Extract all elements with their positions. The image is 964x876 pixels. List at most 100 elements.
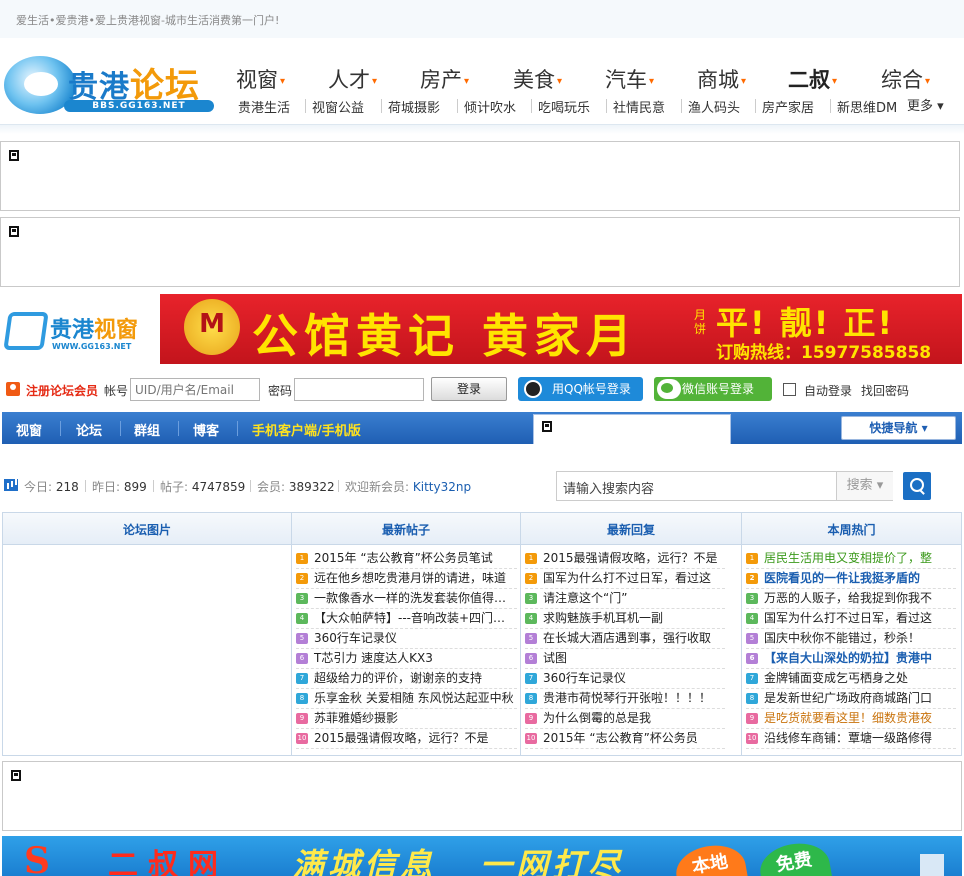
nav-separator bbox=[60, 421, 61, 436]
login-button[interactable]: 登录 bbox=[431, 377, 507, 401]
account-input[interactable] bbox=[130, 378, 260, 401]
more-link[interactable]: 更多 ▾ bbox=[907, 95, 944, 114]
list-item[interactable]: 8 是发新世纪广场政府商城路门口 bbox=[746, 689, 956, 709]
list-item[interactable]: 5 360行车记录仪 bbox=[296, 629, 517, 649]
col-latest-posts: 最新帖子 1 2015年 “志公教育”杯公务员笔试 2 远在他乡想吃贵港月饼的请进，味… bbox=[292, 513, 521, 755]
rank-badge: 4 bbox=[525, 613, 537, 624]
list-item[interactable]: 5 国庆中秋你不能错过，秒杀！ bbox=[746, 629, 956, 649]
nav-separator bbox=[120, 421, 121, 436]
nav-separator bbox=[606, 99, 607, 113]
list-item[interactable]: 8 贵港市荷悦琴行开张啦！！！！ bbox=[525, 689, 725, 709]
building-icon bbox=[920, 854, 944, 876]
list-item[interactable]: 9 是吃货就要看这里！细数贵港夜 bbox=[746, 709, 956, 729]
list-item[interactable]: 9 为什么倒霉的总是我 bbox=[525, 709, 725, 729]
rank-badge: 1 bbox=[746, 553, 758, 564]
find-password-link[interactable]: 找回密码 bbox=[861, 382, 909, 399]
forum-nav-item[interactable]: 视窗 bbox=[16, 420, 42, 439]
broken-image-icon bbox=[9, 226, 19, 237]
forum-nav-item[interactable]: 群组 bbox=[134, 420, 160, 439]
list-item[interactable]: 9 苏菲雅婚纱摄影 bbox=[296, 709, 517, 729]
list-item[interactable]: 6 T芯引力 速度达人KX3 bbox=[296, 649, 517, 669]
mooncake-ad-banner[interactable]: 公馆黄记 黄家月 月饼 平! 靓! 正! 订购热线：15977585858 bbox=[160, 294, 962, 364]
search-type-select[interactable]: 搜索 ▾ bbox=[836, 472, 893, 500]
search-box[interactable]: 请输入搜索内容 搜索 ▾ bbox=[556, 471, 893, 501]
sub-nav-item[interactable]: 房产家居 bbox=[762, 97, 814, 116]
list-item[interactable]: 3 请注意这个“门” bbox=[525, 589, 725, 609]
ershu-ad-banner[interactable]: S 二叔网 满城信息 一网打尽 本地 免费 bbox=[2, 836, 962, 876]
main-nav-item[interactable]: 人才 ▾ bbox=[328, 64, 377, 94]
list-item[interactable]: 10 2015年 “志公教育”杯公务员 bbox=[525, 729, 725, 749]
list-item[interactable]: 6 试图 bbox=[525, 649, 725, 669]
main-nav-item[interactable]: 房产 ▾ bbox=[420, 64, 469, 94]
sub-nav-item[interactable]: 吃喝玩乐 bbox=[538, 97, 590, 116]
list-item[interactable]: 7 360行车记录仪 bbox=[525, 669, 725, 689]
list-item[interactable]: 10 2015最强请假攻略，远行？不是 bbox=[296, 729, 517, 749]
rank-badge: 6 bbox=[746, 653, 758, 664]
main-nav-item[interactable]: 二叔 ▾ bbox=[788, 64, 837, 94]
mobile-client-link[interactable]: 手机客户端/手机版 bbox=[252, 420, 361, 439]
sub-nav-item[interactable]: 新思维DM bbox=[837, 97, 897, 116]
forum-logo[interactable]: 贵港论坛 BBS.GG163.NET bbox=[4, 56, 214, 118]
nav-separator bbox=[531, 99, 532, 113]
ad-slot-2[interactable] bbox=[0, 217, 960, 287]
main-nav-item[interactable]: 综合 ▾ bbox=[881, 64, 930, 94]
list-item[interactable]: 3 万恶的人贩子，给我捉到你我不 bbox=[746, 589, 956, 609]
list-item[interactable]: 3 一款像香水一样的洗发套装你值得拥有 bbox=[296, 589, 517, 609]
list-item[interactable]: 1 2015年 “志公教育”杯公务员笔试 bbox=[296, 549, 517, 569]
rank-badge: 6 bbox=[525, 653, 537, 664]
rank-badge: 2 bbox=[296, 573, 308, 584]
rank-badge: 10 bbox=[525, 733, 537, 744]
sub-nav-item[interactable]: 社情民意 bbox=[613, 97, 665, 116]
list-item[interactable]: 7 超级给力的评价，谢谢亲的支持 bbox=[296, 669, 517, 689]
list-item[interactable]: 7 金牌铺面变成乞丐栖身之处 bbox=[746, 669, 956, 689]
sub-nav-item[interactable]: 荷城摄影 bbox=[388, 97, 440, 116]
list-item[interactable]: 4 求购魅族手机耳机一副 bbox=[525, 609, 725, 629]
register-link[interactable]: 注册论坛会员 bbox=[26, 382, 98, 399]
list-item[interactable]: 10 沿线修车商铺：覃塘一级路修得 bbox=[746, 729, 956, 749]
gg163-logo[interactable]: 贵港视窗 WWW.GG163.NET bbox=[3, 306, 156, 358]
rank-badge: 2 bbox=[525, 573, 537, 584]
qq-icon bbox=[524, 380, 542, 398]
banner-hotline: 订购热线：15977585858 bbox=[716, 343, 932, 363]
main-nav-item[interactable]: 视窗 ▾ bbox=[236, 64, 285, 94]
quick-nav-button[interactable]: 快捷导航 ▾ bbox=[841, 416, 956, 440]
list-item[interactable]: 2 医院看见的一件让我挺矛盾的 bbox=[746, 569, 956, 589]
main-nav-item[interactable]: 汽车 ▾ bbox=[605, 64, 654, 94]
sub-nav-item[interactable]: 视窗公益 bbox=[312, 97, 364, 116]
password-input[interactable] bbox=[294, 378, 424, 401]
chevron-down-icon: ▾ bbox=[832, 75, 838, 87]
banner2-badge-local: 本地 bbox=[672, 840, 750, 876]
sub-nav-item[interactable]: 倾计吹水 bbox=[464, 97, 516, 116]
list-item[interactable]: 6 【来自大山深处的奶拉】贵港中 bbox=[746, 649, 956, 669]
user-icon bbox=[6, 382, 20, 396]
banner2-text2: 一网打尽 bbox=[480, 846, 625, 876]
list-item[interactable]: 1 居民生活用电又变相提价了，整 bbox=[746, 549, 956, 569]
wechat-login-button[interactable]: 微信账号登录 bbox=[654, 377, 772, 401]
embedded-frame bbox=[533, 414, 731, 444]
forum-nav-item[interactable]: 论坛 bbox=[76, 420, 102, 439]
auto-login-checkbox[interactable] bbox=[783, 383, 796, 396]
list-item[interactable]: 4 【大众帕萨特】---音响改装+四门隔音 bbox=[296, 609, 517, 629]
forum-nav-item[interactable]: 博客 bbox=[193, 420, 219, 439]
list-item[interactable]: 8 乐享金秋 关爱相随 东风悦达起亚中秋 bbox=[296, 689, 517, 709]
list-item[interactable]: 2 国军为什么打不过日军，看过这 bbox=[525, 569, 725, 589]
password-label: 密码 bbox=[268, 384, 293, 398]
sub-nav-item[interactable]: 贵港生活 bbox=[238, 97, 290, 116]
list-item[interactable]: 1 2015最强请假攻略，远行？不是 bbox=[525, 549, 725, 569]
stat-yesterday: 昨日: 899 bbox=[92, 480, 147, 494]
banner-brand: 公馆黄记 黄家月 bbox=[252, 309, 639, 363]
ad-slot-1[interactable] bbox=[0, 141, 960, 211]
qq-login-button[interactable]: 用QQ帐号登录 bbox=[518, 377, 643, 401]
main-nav-item[interactable]: 商城 ▾ bbox=[697, 64, 746, 94]
main-nav-item[interactable]: 美食 ▾ bbox=[513, 64, 562, 94]
sub-nav-item[interactable]: 渔人码头 bbox=[688, 97, 740, 116]
newest-member-link[interactable]: Kitty32np bbox=[413, 480, 471, 494]
list-item[interactable]: 4 国军为什么打不过日军，看过这 bbox=[746, 609, 956, 629]
search-icon[interactable] bbox=[903, 472, 931, 500]
ad-slot-3[interactable] bbox=[2, 761, 962, 831]
banner2-logo: S bbox=[24, 840, 50, 876]
list-item[interactable]: 2 远在他乡想吃贵港月饼的请进，味道 bbox=[296, 569, 517, 589]
site-slogan: 爱生活•爱贵港•爱上贵港视窗-城市生活消费第一门户! bbox=[16, 14, 280, 27]
list-item[interactable]: 5 在长城大酒店遇到事，强行收取 bbox=[525, 629, 725, 649]
search-input[interactable]: 请输入搜索内容 bbox=[563, 478, 654, 497]
